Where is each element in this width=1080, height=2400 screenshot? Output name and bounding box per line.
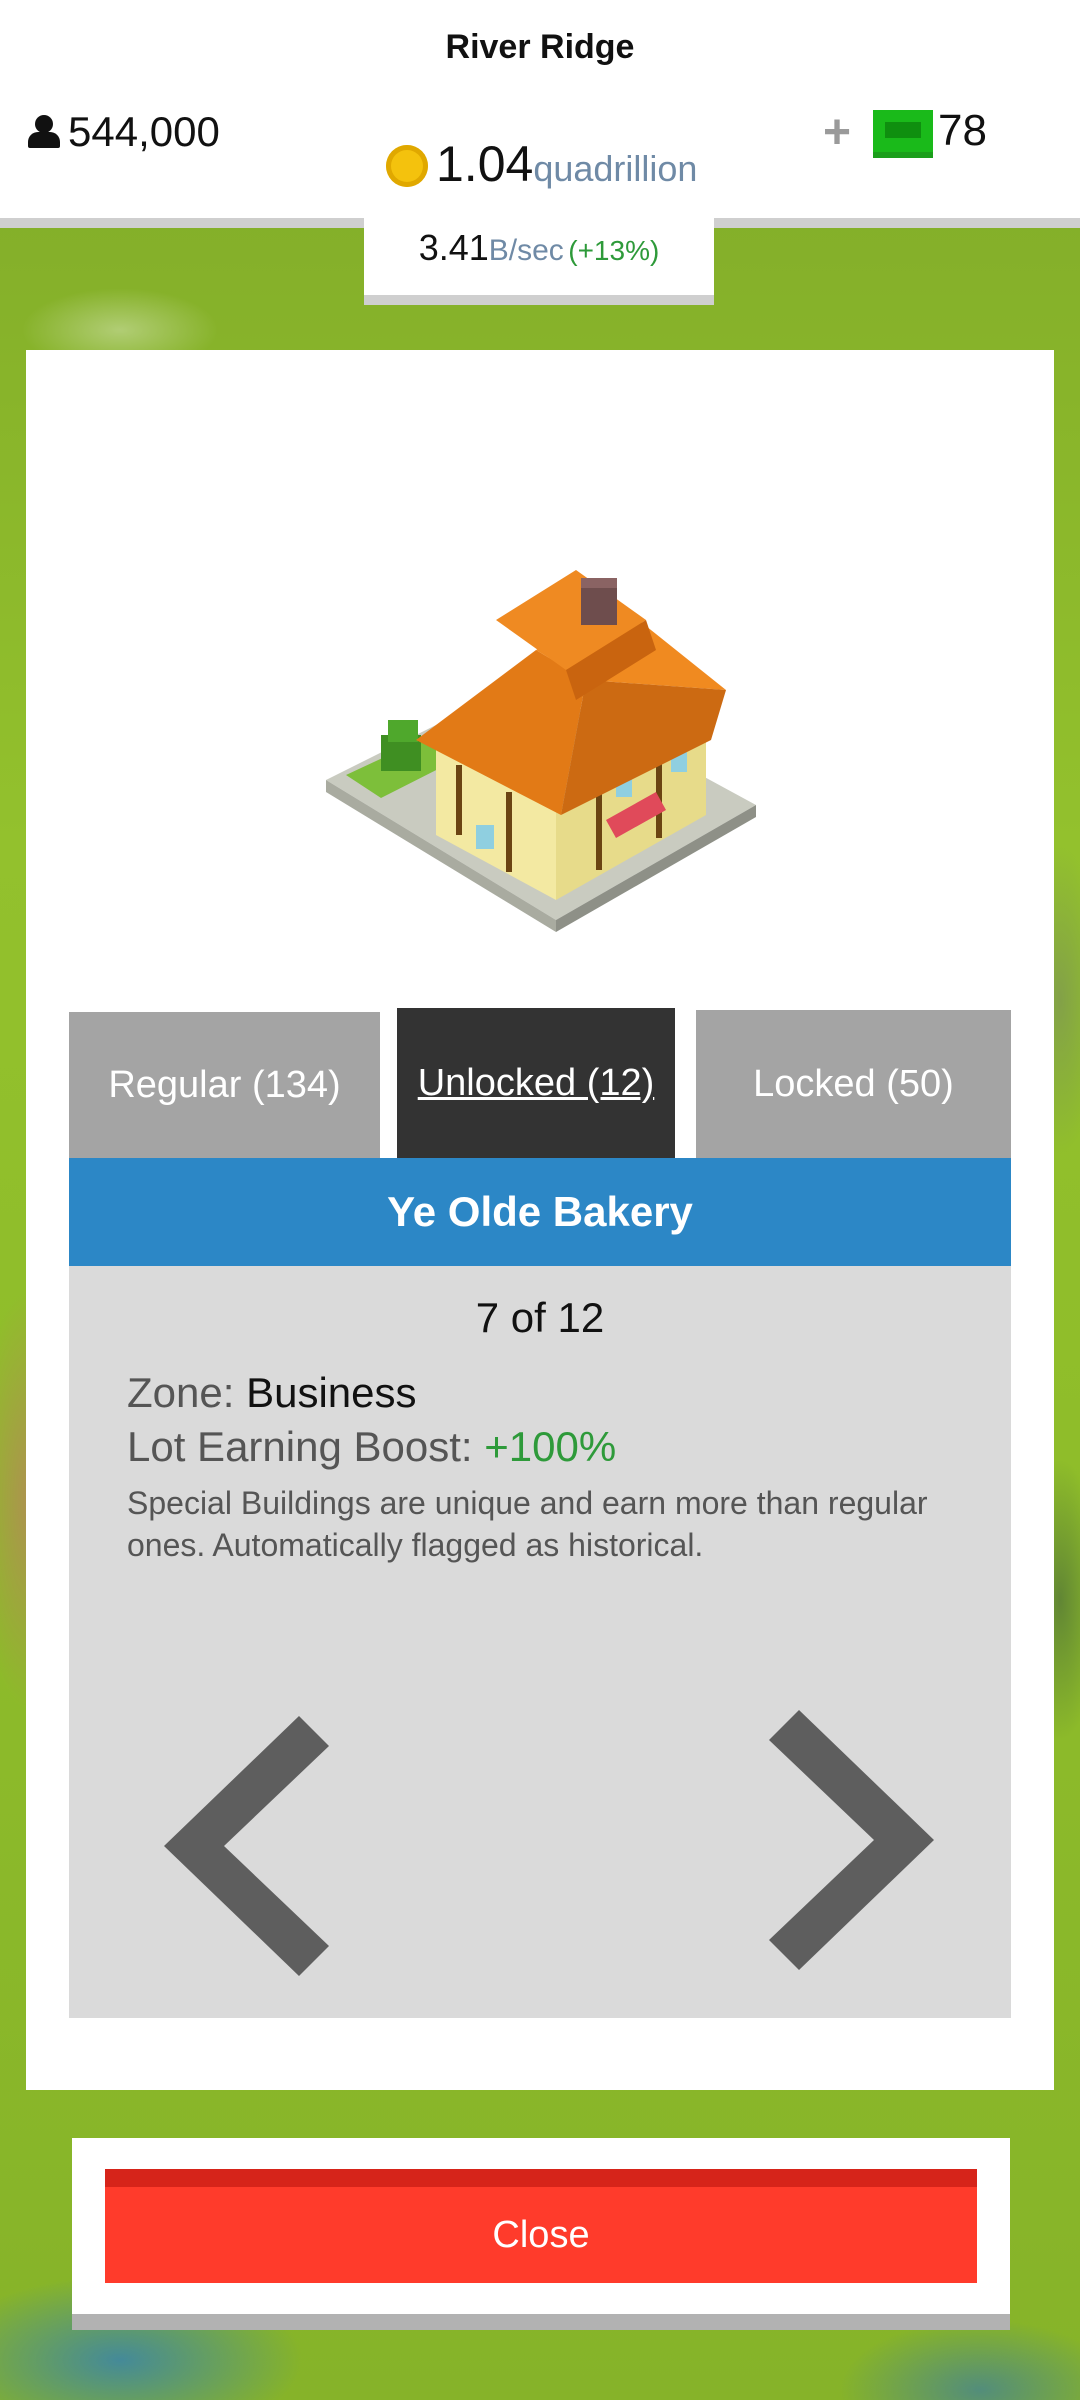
city-name: River Ridge bbox=[445, 28, 635, 66]
tab-regular[interactable]: Regular (134) bbox=[69, 1012, 380, 1158]
bakery-building-image bbox=[326, 570, 756, 932]
boost-value: +100% bbox=[484, 1423, 617, 1470]
cash-unit: quadrillion bbox=[533, 148, 698, 189]
boost-label: Lot Earning Boost: bbox=[127, 1423, 473, 1470]
top-status-bar: River Ridge 544,000 1.04 quadrillion + 7… bbox=[0, 0, 1080, 228]
income-unit: B/sec bbox=[488, 234, 564, 267]
tab-regular-label: Regular (134) bbox=[108, 1063, 341, 1106]
building-info-box: 7 of 12 Zone: Business Lot Earning Boost… bbox=[69, 1266, 1011, 2018]
boost-line: Lot Earning Boost: +100% bbox=[127, 1423, 616, 1471]
zone-value: Business bbox=[246, 1369, 417, 1416]
close-panel: Close bbox=[72, 2138, 1010, 2330]
building-description: Special Buildings are unique and earn mo… bbox=[127, 1485, 928, 1563]
population-display: 544,000 bbox=[26, 108, 220, 156]
building-counter: 7 of 12 bbox=[475, 1294, 605, 1341]
income-boost: (+13%) bbox=[568, 235, 660, 266]
income-rate-display: 3.41B/sec (+13%) bbox=[364, 215, 714, 305]
income-amount: 3.41 bbox=[418, 227, 489, 268]
tab-unlocked-label: Unlocked (12) bbox=[417, 1061, 655, 1104]
cash-display: 1.04 quadrillion bbox=[386, 135, 697, 193]
zone-label: Zone: bbox=[127, 1369, 235, 1416]
coin-icon bbox=[386, 145, 428, 187]
chevron-right-icon[interactable] bbox=[769, 1710, 939, 1970]
building-title: Ye Olde Bakery bbox=[69, 1158, 1011, 1266]
tab-unlocked[interactable]: Unlocked (12) bbox=[397, 1008, 675, 1158]
population-value: 544,000 bbox=[68, 108, 220, 155]
tab-locked-label: Locked (50) bbox=[753, 1062, 954, 1105]
close-button[interactable]: Close bbox=[105, 2169, 977, 2283]
cash-amount: 1.04 bbox=[436, 136, 534, 192]
person-icon bbox=[26, 115, 62, 149]
buy-premium-button[interactable]: + bbox=[823, 105, 851, 160]
zone-line: Zone: Business bbox=[127, 1369, 417, 1417]
close-label: Close bbox=[492, 2213, 590, 2256]
cash-bill-icon bbox=[873, 110, 933, 158]
premium-count: 78 bbox=[938, 106, 987, 155]
special-buildings-panel: Regular (134) Unlocked (12) Locked (50) … bbox=[26, 350, 1054, 2090]
tab-locked[interactable]: Locked (50) bbox=[696, 1010, 1011, 1158]
chevron-left-icon[interactable] bbox=[159, 1716, 329, 1976]
